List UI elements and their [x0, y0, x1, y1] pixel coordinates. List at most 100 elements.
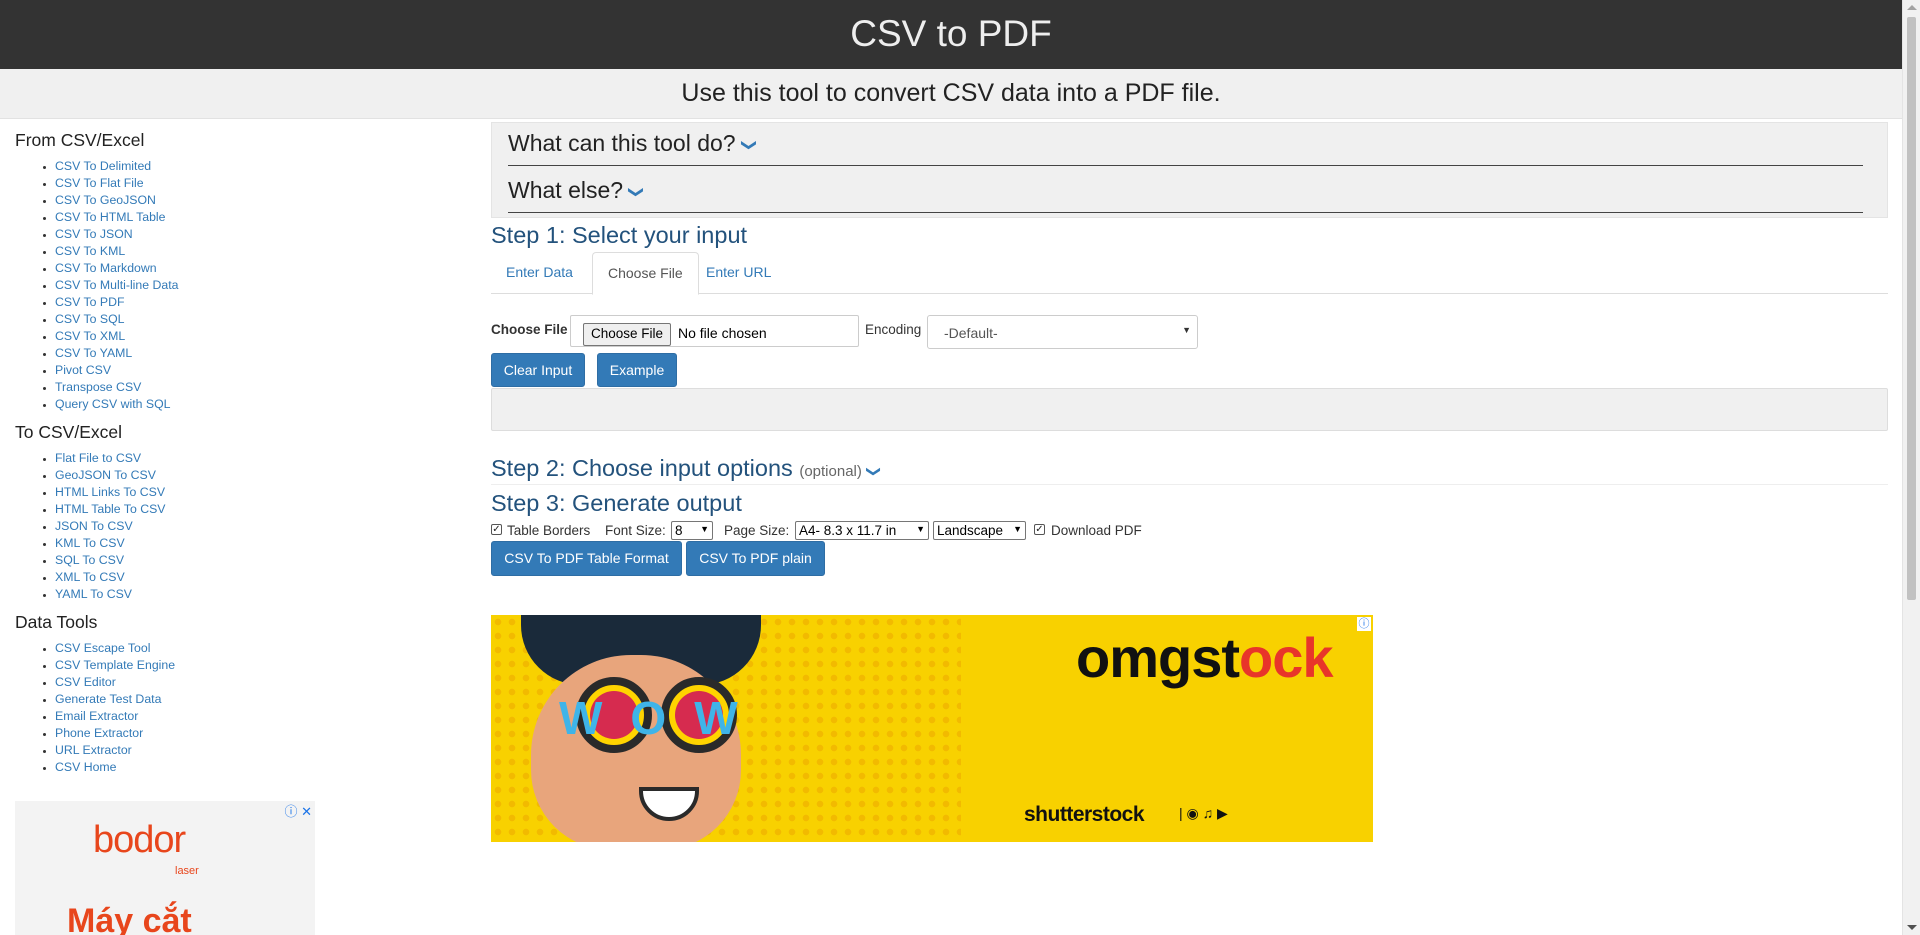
tab-choose-file[interactable]: Choose File	[592, 252, 699, 295]
sidebar-list-item: CSV Template Engine	[55, 657, 475, 674]
sidebar-link[interactable]: SQL To CSV	[55, 553, 124, 567]
sidebar-list-item: Query CSV with SQL	[55, 396, 475, 413]
sidebar-section-title: To CSV/Excel	[15, 422, 122, 442]
ad-footer-brand: shutterstock	[1024, 803, 1145, 826]
accordion-label: What else?	[508, 177, 624, 203]
sidebar-link[interactable]: CSV To KML	[55, 244, 125, 258]
sidebar-link[interactable]: YAML To CSV	[55, 587, 132, 601]
ad-brand-red: ck	[1272, 626, 1333, 689]
sidebar-ad[interactable]: ⓘ ✕ bodor laser Máy cắt	[15, 801, 315, 935]
input-tabs: Enter Data Choose File Enter URL	[491, 252, 1888, 295]
ad-info-icon[interactable]: ⓘ	[1357, 617, 1371, 631]
sidebar-link[interactable]: CSV To Flat File	[55, 176, 144, 190]
sidebar-list-item: CSV To Multi-line Data	[55, 277, 475, 294]
sidebar-link[interactable]: Email Extractor	[55, 709, 138, 723]
clear-input-button[interactable]: Clear Input	[491, 353, 585, 387]
accordion-what-else[interactable]: What else? ❯	[508, 170, 1863, 213]
sidebar-link[interactable]: CSV To YAML	[55, 346, 132, 360]
sidebar-link[interactable]: CSV Editor	[55, 675, 116, 689]
scroll-down-icon[interactable]	[1907, 925, 1917, 930]
sidebar-link[interactable]: HTML Links To CSV	[55, 485, 165, 499]
sidebar-list-item: YAML To CSV	[55, 586, 475, 603]
orientation-value: Landscape	[937, 523, 1004, 538]
sidebar-list-item: Phone Extractor	[55, 725, 475, 742]
sidebar-link[interactable]: CSV Template Engine	[55, 658, 175, 672]
sidebar-link[interactable]: URL Extractor	[55, 743, 132, 757]
csv-to-pdf-plain-button[interactable]: CSV To PDF plain	[686, 541, 825, 576]
sidebar-link[interactable]: CSV To XML	[55, 329, 125, 343]
sidebar: From CSV/Excel CSV To Delimited CSV To F…	[15, 130, 475, 785]
sidebar-list-item: CSV To HTML Table	[55, 209, 475, 226]
example-button[interactable]: Example	[597, 353, 677, 387]
file-drop-area[interactable]	[491, 388, 1888, 431]
no-file-text: No file chosen	[678, 325, 767, 341]
sidebar-link[interactable]: HTML Table To CSV	[55, 502, 166, 516]
sidebar-link[interactable]: XML To CSV	[55, 570, 125, 584]
sidebar-list-item: CSV To JSON	[55, 226, 475, 243]
file-input[interactable]: Choose File No file chosen	[570, 315, 859, 347]
sidebar-list-item: CSV To KML	[55, 243, 475, 260]
choose-file-button[interactable]: Choose File	[583, 323, 672, 346]
sidebar-list-item: Email Extractor	[55, 708, 475, 725]
sidebar-link[interactable]: CSV To JSON	[55, 227, 133, 241]
sidebar-list-item: KML To CSV	[55, 535, 475, 552]
sidebar-list-item: HTML Links To CSV	[55, 484, 475, 501]
sidebar-list-item: Generate Test Data	[55, 691, 475, 708]
page-size-value: A4- 8.3 x 11.7 in	[799, 523, 897, 538]
sidebar-link[interactable]: CSV To Delimited	[55, 159, 151, 173]
ad-close-icon[interactable]: ⓘ ✕	[284, 801, 312, 820]
sidebar-list-data-tools: CSV Escape Tool CSV Template Engine CSV …	[15, 640, 475, 776]
sidebar-link[interactable]: Generate Test Data	[55, 692, 161, 706]
sidebar-link[interactable]: CSV To GeoJSON	[55, 193, 156, 207]
sidebar-list-item: Flat File to CSV	[55, 450, 475, 467]
ad-brand: omgstock	[1076, 625, 1334, 690]
sidebar-link[interactable]: CSV Home	[55, 760, 117, 774]
sidebar-link[interactable]: Pivot CSV	[55, 363, 111, 377]
sidebar-link[interactable]: CSV To Multi-line Data	[55, 278, 178, 292]
scroll-up-icon[interactable]	[1907, 5, 1917, 10]
page-title: CSV to PDF	[850, 13, 1052, 54]
font-size-value: 8	[675, 523, 683, 538]
sidebar-link[interactable]: Flat File to CSV	[55, 451, 141, 465]
page-subtitle-bar: Use this tool to convert CSV data into a…	[0, 69, 1902, 119]
sidebar-link[interactable]: KML To CSV	[55, 536, 125, 550]
sidebar-link[interactable]: GeoJSON To CSV	[55, 468, 156, 482]
tab-enter-data[interactable]: Enter Data	[491, 252, 588, 292]
page-subtitle: Use this tool to convert CSV data into a…	[681, 79, 1221, 107]
caret-down-icon: ▼	[1013, 524, 1022, 534]
table-borders-checkbox[interactable]: ✓	[491, 524, 502, 535]
sidebar-list-from-csv: CSV To Delimited CSV To Flat File CSV To…	[15, 158, 475, 413]
sidebar-link[interactable]: JSON To CSV	[55, 519, 133, 533]
font-size-select[interactable]: 8 ▼	[671, 521, 713, 540]
ad-logo-sub: laser	[175, 865, 199, 877]
page-size-select[interactable]: A4- 8.3 x 11.7 in ▼	[795, 521, 929, 540]
sidebar-list-item: JSON To CSV	[55, 518, 475, 535]
download-pdf-checkbox[interactable]: ✓	[1034, 524, 1045, 535]
orientation-select[interactable]: Landscape ▼	[933, 521, 1026, 540]
csv-to-pdf-table-format-button[interactable]: CSV To PDF Table Format	[491, 541, 682, 576]
encoding-label: Encoding	[865, 322, 922, 337]
step2-title-text: Step 2: Choose input options	[491, 455, 793, 481]
font-size-label: Font Size:	[605, 523, 666, 538]
sidebar-section-title: From CSV/Excel	[15, 130, 145, 150]
sidebar-link[interactable]: CSV To SQL	[55, 312, 125, 326]
sidebar-link[interactable]: Transpose CSV	[55, 380, 141, 394]
sidebar-list-item: Transpose CSV	[55, 379, 475, 396]
sidebar-link[interactable]: CSV To HTML Table	[55, 210, 166, 224]
sidebar-link[interactable]: CSV To PDF	[55, 295, 124, 309]
sidebar-link[interactable]: Query CSV with SQL	[55, 397, 171, 411]
step2-title[interactable]: Step 2: Choose input options (optional) …	[491, 455, 883, 482]
sidebar-link[interactable]: CSV Escape Tool	[55, 641, 150, 655]
sidebar-link[interactable]: Phone Extractor	[55, 726, 143, 740]
banner-ad[interactable]: WOW omgstock shutterstock | ◉ ♫ ▶ ⓘ	[491, 615, 1373, 842]
sidebar-list-item: CSV To XML	[55, 328, 475, 345]
encoding-select[interactable]: -Default- ▼	[927, 315, 1198, 349]
sidebar-link[interactable]: CSV To Markdown	[55, 261, 157, 275]
divider	[491, 484, 1888, 485]
vertical-scrollbar[interactable]	[1902, 0, 1920, 935]
tab-enter-url[interactable]: Enter URL	[691, 252, 786, 292]
scrollbar-thumb[interactable]	[1907, 17, 1916, 600]
caret-down-icon: ▼	[1182, 325, 1191, 335]
accordion-what-can-tool-do[interactable]: What can this tool do? ❯	[508, 123, 1863, 166]
sidebar-list-item: CSV To Flat File	[55, 175, 475, 192]
